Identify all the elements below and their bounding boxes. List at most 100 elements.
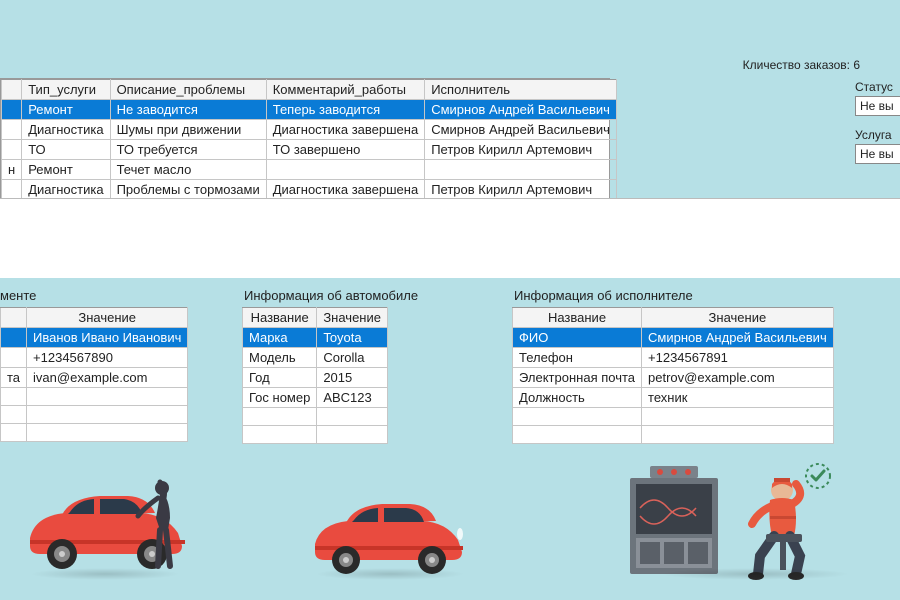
table-row-empty: [243, 408, 388, 426]
cell[interactable]: н: [2, 160, 22, 180]
orders-count-label: Кличество заказов: 6: [743, 58, 860, 72]
cell[interactable]: Течет масло: [110, 160, 266, 180]
table-row-empty: [513, 426, 834, 444]
cell[interactable]: Смирнов Андрей Васильевич: [425, 100, 617, 120]
cell-value[interactable]: +1234567891: [642, 348, 834, 368]
cell[interactable]: Петров Кирилл Артемович: [425, 180, 617, 200]
cell[interactable]: Диагностика завершена: [266, 180, 424, 200]
table-row[interactable]: МодельCorolla: [243, 348, 388, 368]
client-info-panel: менте Значение Иванов Ивано Иванович+123…: [0, 288, 200, 442]
cell[interactable]: Диагностика: [22, 180, 110, 200]
service-filter: Услуга Не вы: [855, 128, 900, 164]
orders-col-type[interactable]: Тип_услуги: [22, 80, 110, 100]
cell[interactable]: [2, 100, 22, 120]
client-col-name[interactable]: [1, 308, 27, 328]
orders-col-comment[interactable]: Комментарий_работы: [266, 80, 424, 100]
cell[interactable]: [266, 160, 424, 180]
cell-key[interactable]: [1, 328, 27, 348]
table-row[interactable]: МаркаToyota: [243, 328, 388, 348]
cell-key[interactable]: Модель: [243, 348, 317, 368]
cell-value[interactable]: ABC123: [317, 388, 388, 408]
cell-key[interactable]: Гос номер: [243, 388, 317, 408]
cell-value[interactable]: Toyota: [317, 328, 388, 348]
table-row[interactable]: таivan@example.com: [1, 368, 188, 388]
executor-info-panel: Информация об исполнителе Название Значе…: [512, 288, 834, 444]
executor-info-table[interactable]: Название Значение ФИОСмирнов Андрей Васи…: [512, 307, 834, 444]
table-row[interactable]: ТОТО требуетсяТО завершеноПетров Кирилл …: [2, 140, 617, 160]
client-col-value[interactable]: Значение: [27, 308, 188, 328]
status-filter: Статус Не вы: [855, 80, 900, 116]
executor-info-title: Информация об исполнителе: [512, 288, 834, 303]
cell-key[interactable]: Марка: [243, 328, 317, 348]
cell[interactable]: Петров Кирилл Артемович: [425, 140, 617, 160]
cell-key[interactable]: Год: [243, 368, 317, 388]
cell[interactable]: Ремонт: [22, 160, 110, 180]
cell-key[interactable]: та: [1, 368, 27, 388]
table-row[interactable]: ФИОСмирнов Андрей Васильевич: [513, 328, 834, 348]
cell-key[interactable]: Должность: [513, 388, 642, 408]
cell[interactable]: [2, 120, 22, 140]
cell[interactable]: Проблемы с тормозами: [110, 180, 266, 200]
service-filter-select[interactable]: Не вы: [855, 144, 900, 164]
cell-key[interactable]: Электронная почта: [513, 368, 642, 388]
client-illustration: [10, 468, 210, 578]
orders-col-problem[interactable]: Описание_проблемы: [110, 80, 266, 100]
cell-value[interactable]: Corolla: [317, 348, 388, 368]
cell-value[interactable]: Иванов Ивано Иванович: [27, 328, 188, 348]
executor-col-value[interactable]: Значение: [642, 308, 834, 328]
cell[interactable]: Диагностика завершена: [266, 120, 424, 140]
table-row-empty: [513, 408, 834, 426]
executor-illustration: [610, 458, 870, 578]
executor-col-name[interactable]: Название: [513, 308, 642, 328]
cell[interactable]: Ремонт: [22, 100, 110, 120]
middle-blank-panel: [0, 198, 900, 278]
table-row[interactable]: ДиагностикаПроблемы с тормозамиДиагности…: [2, 180, 617, 200]
cell-value[interactable]: petrov@example.com: [642, 368, 834, 388]
cell[interactable]: Не заводится: [110, 100, 266, 120]
table-row-empty: [1, 424, 188, 442]
table-row[interactable]: Телефон+1234567891: [513, 348, 834, 368]
illustration-row: [0, 450, 900, 600]
table-row-empty: [243, 426, 388, 444]
car-illustration: [300, 478, 480, 578]
table-row[interactable]: +1234567890: [1, 348, 188, 368]
table-row[interactable]: Год2015: [243, 368, 388, 388]
orders-col-0[interactable]: [2, 80, 22, 100]
car-info-table[interactable]: Название Значение МаркаToyotaМодельCorol…: [242, 307, 388, 444]
cell-key[interactable]: Телефон: [513, 348, 642, 368]
cell[interactable]: ТО: [22, 140, 110, 160]
cell[interactable]: [425, 160, 617, 180]
table-row[interactable]: нРемонтТечет масло: [2, 160, 617, 180]
client-info-table[interactable]: Значение Иванов Ивано Иванович+123456789…: [0, 307, 188, 442]
cell-value[interactable]: техник: [642, 388, 834, 408]
cell[interactable]: Смирнов Андрей Васильевич: [425, 120, 617, 140]
table-row[interactable]: Иванов Ивано Иванович: [1, 328, 188, 348]
cell-key[interactable]: [1, 348, 27, 368]
cell[interactable]: [2, 140, 22, 160]
car-col-value[interactable]: Значение: [317, 308, 388, 328]
orders-col-executor[interactable]: Исполнитель: [425, 80, 617, 100]
cell[interactable]: Шумы при движении: [110, 120, 266, 140]
cell-value[interactable]: Смирнов Андрей Васильевич: [642, 328, 834, 348]
orders-header-row: Тип_услуги Описание_проблемы Комментарий…: [2, 80, 617, 100]
status-filter-select[interactable]: Не вы: [855, 96, 900, 116]
cell-key[interactable]: ФИО: [513, 328, 642, 348]
cell[interactable]: Диагностика: [22, 120, 110, 140]
cell[interactable]: ТО завершено: [266, 140, 424, 160]
cell-value[interactable]: ivan@example.com: [27, 368, 188, 388]
table-row[interactable]: Должностьтехник: [513, 388, 834, 408]
table-row-empty: [1, 388, 188, 406]
table-row[interactable]: Гос номерABC123: [243, 388, 388, 408]
table-row-empty: [1, 406, 188, 424]
service-filter-label: Услуга: [855, 128, 900, 142]
car-col-name[interactable]: Название: [243, 308, 317, 328]
cell[interactable]: Теперь заводится: [266, 100, 424, 120]
cell-value[interactable]: 2015: [317, 368, 388, 388]
cell[interactable]: [2, 180, 22, 200]
cell[interactable]: ТО требуется: [110, 140, 266, 160]
table-row[interactable]: Электронная почтаpetrov@example.com: [513, 368, 834, 388]
table-row[interactable]: ДиагностикаШумы при движенииДиагностика …: [2, 120, 617, 140]
table-row[interactable]: РемонтНе заводитсяТеперь заводитсяСмирно…: [2, 100, 617, 120]
cell-value[interactable]: +1234567890: [27, 348, 188, 368]
client-info-title: менте: [0, 288, 200, 303]
